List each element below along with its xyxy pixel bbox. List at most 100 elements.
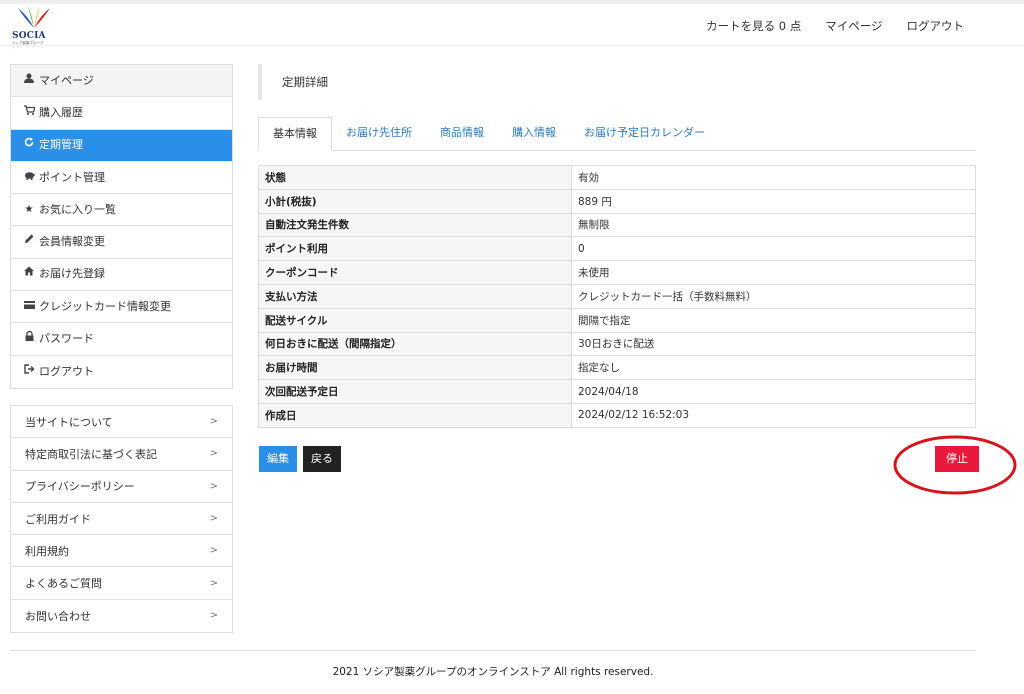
row-label: 自動注文発生件数 <box>258 212 572 238</box>
logout-icon <box>23 356 35 388</box>
row-label: お届け時間 <box>258 355 572 381</box>
table-row: 次回配送予定日 2024/04/18 <box>258 379 976 404</box>
row-label: 何日おきに配送（間隔指定） <box>258 331 572 357</box>
sidebar-item-label: クレジットカード情報変更 <box>39 299 171 313</box>
link-contact[interactable]: お問い合わせ > <box>11 600 232 632</box>
back-button[interactable]: 戻る <box>303 446 341 472</box>
sidebar-item-label: パスワード <box>39 332 94 346</box>
footer-divider <box>10 650 976 651</box>
subscription-detail-table: 状態 有効 小計(税抜) 889 円 自動注文発生件数 無制限 ポイント利用 0 クーポ… <box>258 165 976 428</box>
sidebar-item-points[interactable]: ポイント管理 <box>11 162 232 195</box>
site-header: SOCIA ソシア製薬グループ カートを見る 0 点 マイページ ログアウト <box>0 4 1024 46</box>
chevron-right-icon: > <box>209 448 218 460</box>
cart-link[interactable]: カートを見る 0 点 <box>706 18 801 34</box>
link-faq[interactable]: よくあるご質問 > <box>11 567 232 600</box>
sidebar-item-logout[interactable]: ログアウト <box>11 356 232 388</box>
row-value: クレジットカード一括（手数料無料） <box>571 283 976 309</box>
row-value: 間隔で指定 <box>571 307 976 333</box>
tab-basic-info[interactable]: 基本情報 <box>258 117 332 151</box>
sidebar-item-mypage[interactable]: マイページ <box>11 65 232 98</box>
socia-logo-mark <box>18 6 50 28</box>
sidebar-item-subscription[interactable]: 定期管理 <box>11 129 232 162</box>
piggy-bank-icon <box>23 162 35 194</box>
chevron-right-icon: > <box>209 545 218 557</box>
row-value: 指定なし <box>571 355 976 381</box>
sidebar-item-purchase-history[interactable]: 購入履歴 <box>11 97 232 130</box>
user-icon <box>23 65 35 97</box>
row-value: 889 円 <box>571 188 976 214</box>
lock-icon <box>23 323 35 355</box>
row-label: 作成日 <box>258 402 572 428</box>
row-value: 30日おきに配送 <box>571 331 976 357</box>
chevron-right-icon: > <box>209 480 218 492</box>
link-label: プライバシーポリシー <box>25 480 135 494</box>
sidebar-menu: マイページ 購入履歴 定期管理 ポイント管理 ★ お気に入り一覧 会員情報変更 … <box>10 64 233 389</box>
link-user-guide[interactable]: ご利用ガイド > <box>11 503 232 536</box>
credit-card-icon <box>23 291 35 323</box>
row-value: 有効 <box>571 165 976 190</box>
tab-delivery-calendar[interactable]: お届け予定日カレンダー <box>570 117 719 150</box>
tab-product-info[interactable]: 商品情報 <box>426 117 498 150</box>
header-nav: カートを見る 0 点 マイページ ログアウト <box>706 18 964 34</box>
table-row: 自動注文発生件数 無制限 <box>258 212 976 238</box>
sidebar-item-password[interactable]: パスワード <box>11 323 232 356</box>
sidebar-item-label: 会員情報変更 <box>39 235 105 249</box>
sidebar-item-favorites[interactable]: ★ お気に入り一覧 <box>11 194 232 227</box>
sidebar-item-member-info[interactable]: 会員情報変更 <box>11 226 232 259</box>
link-label: ご利用ガイド <box>25 512 91 526</box>
sidebar-item-label: 定期管理 <box>39 138 83 152</box>
link-terms[interactable]: 利用規約 > <box>11 535 232 568</box>
link-label: 当サイトについて <box>25 415 113 429</box>
sidebar-item-label: お気に入り一覧 <box>39 202 116 216</box>
row-label: ポイント利用 <box>258 236 572 262</box>
tab-purchase-info[interactable]: 購入情報 <box>498 117 570 150</box>
sidebar-item-delivery-address[interactable]: お届け先登録 <box>11 258 232 292</box>
table-row: 状態 有効 <box>258 165 976 190</box>
tab-delivery-address[interactable]: お届け先住所 <box>332 117 426 150</box>
sidebar-item-credit-card[interactable]: クレジットカード情報変更 <box>11 291 232 324</box>
chevron-right-icon: > <box>209 577 218 589</box>
sidebar-info-links: 当サイトについて > 特定商取引法に基づく表記 > プライバシーポリシー > ご… <box>10 405 233 634</box>
row-label: 小計(税抜) <box>258 188 572 214</box>
table-row: クーポンコード 未使用 <box>258 260 976 285</box>
edit-button[interactable]: 編集 <box>259 446 297 472</box>
tab-bar: 基本情報 お届け先住所 商品情報 購入情報 お届け予定日カレンダー <box>258 117 976 151</box>
logo-text: SOCIA <box>12 31 46 41</box>
chevron-right-icon: > <box>209 610 218 622</box>
mypage-link[interactable]: マイページ <box>825 18 882 34</box>
table-row: ポイント利用 0 <box>258 236 976 262</box>
link-privacy-policy[interactable]: プライバシーポリシー > <box>11 471 232 503</box>
row-label: 状態 <box>258 165 572 190</box>
sidebar-item-label: マイページ <box>39 73 94 87</box>
sidebar-item-label: ログアウト <box>39 364 94 378</box>
link-about[interactable]: 当サイトについて > <box>11 406 232 439</box>
sidebar-item-label: 購入履歴 <box>39 105 83 119</box>
table-row: 作成日 2024/02/12 16:52:03 <box>258 402 976 428</box>
pencil-icon <box>23 226 35 258</box>
row-label: 次回配送予定日 <box>258 379 572 404</box>
row-value: 無制限 <box>571 212 976 238</box>
row-label: 支払い方法 <box>258 283 572 309</box>
table-row: 配送サイクル 間隔で指定 <box>258 307 976 333</box>
sidebar-item-label: ポイント管理 <box>39 170 105 184</box>
link-label: 特定商取引法に基づく表記 <box>25 447 157 461</box>
table-row: お届け時間 指定なし <box>258 355 976 381</box>
row-value: 0 <box>571 236 976 262</box>
sidebar-item-label: お届け先登録 <box>39 267 105 281</box>
home-icon <box>23 258 35 290</box>
logout-link[interactable]: ログアウト <box>907 18 965 34</box>
link-label: 利用規約 <box>25 544 69 558</box>
table-row: 小計(税抜) 889 円 <box>258 188 976 214</box>
table-row: 支払い方法 クレジットカード一括（手数料無料） <box>258 283 976 309</box>
row-value: 未使用 <box>571 260 976 285</box>
link-commercial-law[interactable]: 特定商取引法に基づく表記 > <box>11 438 232 471</box>
chevron-right-icon: > <box>209 416 218 428</box>
footer-copyright: 2021 ソシア製薬グループのオンラインストア All rights reser… <box>332 666 654 678</box>
link-label: お問い合わせ <box>25 609 91 623</box>
table-row: 何日おきに配送（間隔指定） 30日おきに配送 <box>258 331 976 357</box>
logo-subtext: ソシア製薬グループ <box>12 41 44 45</box>
link-label: よくあるご質問 <box>25 577 102 591</box>
star-icon: ★ <box>24 203 34 215</box>
cart-icon <box>23 97 36 129</box>
chevron-right-icon: > <box>209 513 218 525</box>
